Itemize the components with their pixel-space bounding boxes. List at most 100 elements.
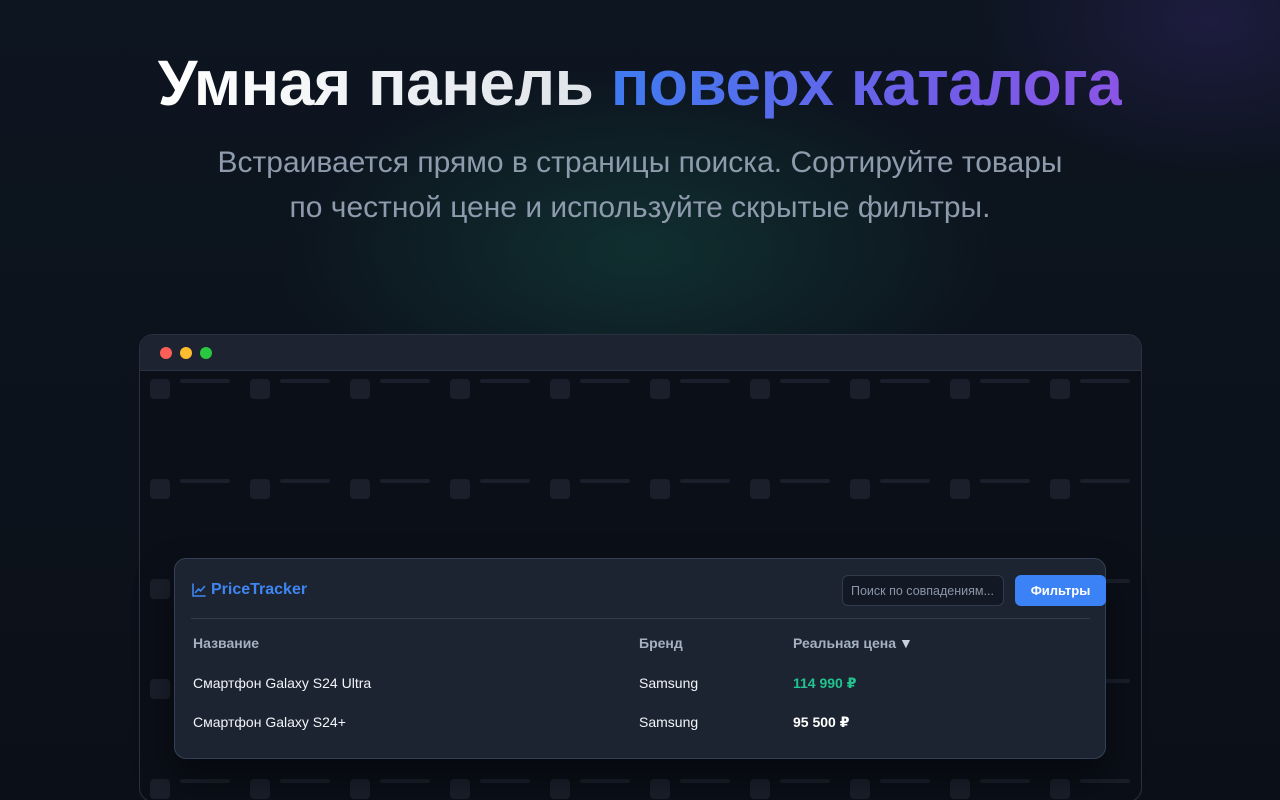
- skeleton-thumbnail: [250, 779, 270, 799]
- table-row-1-price: 114 990 ₽: [793, 675, 857, 691]
- skeleton-text-line: [580, 479, 630, 483]
- window-close-icon: [160, 347, 172, 359]
- skeleton-card: [750, 471, 850, 499]
- column-header-price-label: Реальная цена: [793, 635, 896, 651]
- hero-subtitle: Встраивается прямо в страницы поиска. Со…: [217, 146, 1063, 224]
- trend-chart-icon: [192, 583, 206, 597]
- skeleton-card: [850, 471, 950, 499]
- skeleton-thumbnail: [350, 779, 370, 799]
- skeleton-thumbnail: [550, 479, 570, 499]
- skeleton-card: [350, 471, 450, 499]
- skeleton-text-line: [380, 379, 430, 383]
- skeleton-thumbnail: [150, 579, 170, 599]
- column-header-name[interactable]: Название: [193, 635, 259, 651]
- skeleton-thumbnail: [750, 779, 770, 799]
- skeleton-text-line: [780, 379, 830, 383]
- skeleton-text-line: [380, 479, 430, 483]
- skeleton-text-line: [580, 779, 630, 783]
- skeleton-thumbnail: [450, 479, 470, 499]
- skeleton-text-line: [580, 379, 630, 383]
- skeleton-thumbnail: [850, 779, 870, 799]
- skeleton-thumbnail: [950, 779, 970, 799]
- skeleton-card: [450, 371, 550, 399]
- skeleton-card: [350, 371, 450, 399]
- skeleton-text-line: [480, 779, 530, 783]
- skeleton-card: [250, 471, 350, 499]
- window-maximize-icon: [200, 347, 212, 359]
- skeleton-card: [250, 371, 350, 399]
- skeleton-card: [650, 471, 750, 499]
- skeleton-thumbnail: [1050, 479, 1070, 499]
- brand-logo: PriceTracker: [191, 581, 307, 599]
- skeleton-thumbnail: [850, 479, 870, 499]
- hero-title: Умная панель поверх каталога: [0, 44, 1280, 122]
- skeleton-thumbnail: [650, 479, 670, 499]
- skeleton-text-line: [980, 779, 1030, 783]
- skeleton-card: [550, 371, 650, 399]
- skeleton-text-line: [480, 379, 530, 383]
- skeleton-thumbnail: [350, 379, 370, 399]
- skeleton-thumbnail: [550, 779, 570, 799]
- skeleton-thumbnail: [950, 379, 970, 399]
- sort-descending-icon: ▼: [899, 635, 913, 651]
- skeleton-thumbnail: [250, 479, 270, 499]
- skeleton-thumbnail: [150, 679, 170, 699]
- skeleton-text-line: [180, 379, 230, 383]
- filters-button[interactable]: Фильтры: [1015, 575, 1106, 606]
- table-row-2-price: 95 500 ₽: [793, 714, 850, 730]
- skeleton-text-line: [1080, 779, 1130, 783]
- skeleton-card: [450, 471, 550, 499]
- skeleton-text-line: [480, 479, 530, 483]
- hero-title-plain: Умная панель: [157, 47, 594, 119]
- skeleton-text-line: [880, 379, 930, 383]
- skeleton-card: [950, 771, 1050, 799]
- skeleton-thumbnail: [650, 379, 670, 399]
- skeleton-text-line: [180, 479, 230, 483]
- skeleton-card: [650, 771, 750, 799]
- skeleton-card: [550, 771, 650, 799]
- price-tracker-panel: PriceTracker Фильтры Название Бренд Реал…: [174, 558, 1106, 759]
- skeleton-card: [250, 771, 350, 799]
- browser-titlebar: [140, 335, 1141, 371]
- skeleton-card: [350, 771, 450, 799]
- skeleton-text-line: [880, 779, 930, 783]
- brand-name: PriceTracker: [211, 581, 308, 598]
- skeleton-text-line: [680, 779, 730, 783]
- skeleton-text-line: [980, 379, 1030, 383]
- search-input[interactable]: [842, 575, 1004, 606]
- skeleton-thumbnail: [1050, 779, 1070, 799]
- skeleton-text-line: [1080, 479, 1130, 483]
- skeleton-text-line: [180, 779, 230, 783]
- skeleton-row: [150, 771, 1141, 799]
- skeleton-text-line: [1080, 379, 1130, 383]
- hero-title-accent: поверх каталога: [610, 47, 1123, 119]
- table-row-1-name[interactable]: Смартфон Galaxy S24 Ultra: [193, 675, 371, 691]
- skeleton-thumbnail: [750, 379, 770, 399]
- skeleton-text-line: [680, 379, 730, 383]
- column-header-price[interactable]: Реальная цена ▼: [793, 635, 913, 651]
- skeleton-thumbnail: [150, 479, 170, 499]
- skeleton-thumbnail: [250, 379, 270, 399]
- skeleton-card: [650, 371, 750, 399]
- skeleton-thumbnail: [650, 779, 670, 799]
- skeleton-card: [550, 471, 650, 499]
- skeleton-card: [850, 771, 950, 799]
- skeleton-card: [450, 771, 550, 799]
- skeleton-card: [1050, 771, 1141, 799]
- skeleton-text-line: [380, 779, 430, 783]
- landing-section: Умная панель поверх каталога Встраиваетс…: [0, 0, 1280, 800]
- skeleton-text-line: [780, 779, 830, 783]
- skeleton-card: [750, 371, 850, 399]
- skeleton-text-line: [880, 479, 930, 483]
- skeleton-card: [850, 371, 950, 399]
- table-row-2-name[interactable]: Смартфон Galaxy S24+: [193, 714, 346, 730]
- skeleton-card: [150, 771, 250, 799]
- skeleton-thumbnail: [550, 379, 570, 399]
- table-row-2-brand: Samsung: [639, 714, 699, 730]
- skeleton-thumbnail: [850, 379, 870, 399]
- skeleton-thumbnail: [350, 479, 370, 499]
- skeleton-card: [950, 371, 1050, 399]
- skeleton-row: [150, 371, 1141, 399]
- skeleton-thumbnail: [450, 379, 470, 399]
- column-header-brand[interactable]: Бренд: [639, 635, 683, 651]
